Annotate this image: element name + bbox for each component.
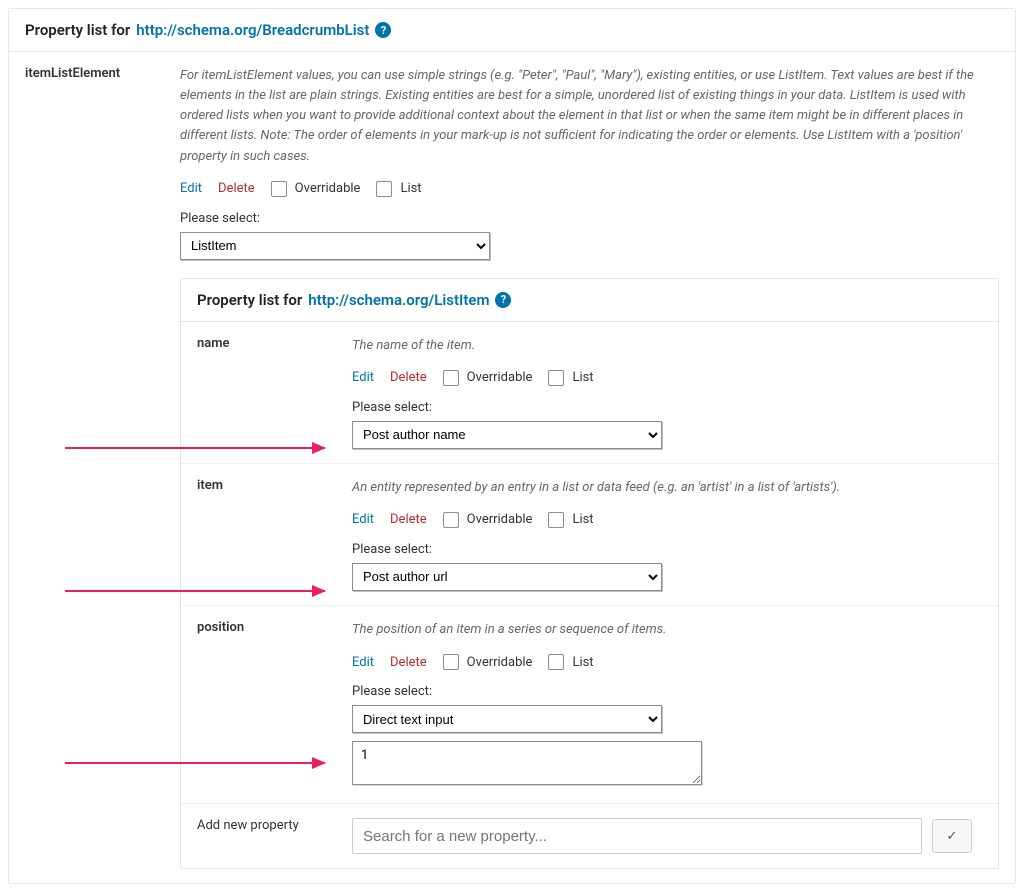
overridable-checkbox-wrap[interactable]: Overridable xyxy=(443,654,533,670)
overridable-checkbox-wrap[interactable]: Overridable xyxy=(271,181,361,197)
select-label: Please select: xyxy=(180,211,999,226)
name-select[interactable]: Post author name xyxy=(352,421,662,449)
action-links: Edit Delete Overridable List xyxy=(352,654,982,670)
overridable-label: Overridable xyxy=(295,181,361,196)
property-description: For itemListElement values, you can use … xyxy=(180,66,999,167)
overridable-label: Overridable xyxy=(467,655,533,670)
pointer-arrow xyxy=(65,447,325,449)
panel-title-prefix: Property list for xyxy=(197,291,302,309)
position-text-input[interactable]: 1 xyxy=(352,741,702,785)
delete-link[interactable]: Delete xyxy=(390,370,427,385)
type-select[interactable]: ListItem xyxy=(180,232,490,260)
overridable-checkbox-wrap[interactable]: Overridable xyxy=(443,370,533,386)
overridable-checkbox[interactable] xyxy=(443,370,459,386)
action-links: Edit Delete Overridable List xyxy=(180,181,999,197)
overridable-label: Overridable xyxy=(467,512,533,527)
action-links: Edit Delete Overridable List xyxy=(352,370,982,386)
select-label: Please select: xyxy=(352,400,982,415)
select-label: Please select: xyxy=(352,542,982,557)
overridable-checkbox[interactable] xyxy=(443,512,459,528)
property-description: The position of an item in a series or s… xyxy=(352,620,982,640)
overridable-checkbox[interactable] xyxy=(271,181,287,197)
list-checkbox[interactable] xyxy=(548,654,564,670)
edit-link[interactable]: Edit xyxy=(352,512,374,527)
help-icon[interactable]: ? xyxy=(375,22,391,38)
property-description: An entity represented by an entry in a l… xyxy=(352,478,982,498)
property-label: item xyxy=(181,464,336,605)
add-new-property-row: Add new property xyxy=(181,804,998,868)
position-row: position The position of an item in a se… xyxy=(181,606,998,804)
position-select[interactable]: Direct text input xyxy=(352,705,662,733)
schema-link-breadcrumblist[interactable]: http://schema.org/BreadcrumbList xyxy=(136,21,369,39)
name-row: name The name of the item. Edit Delete O… xyxy=(181,322,998,464)
action-links: Edit Delete Overridable List xyxy=(352,512,982,528)
listitem-panel: Property list for http://schema.org/List… xyxy=(180,278,999,869)
pointer-arrow xyxy=(65,590,325,592)
select-label: Please select: xyxy=(352,684,982,699)
list-checkbox[interactable] xyxy=(548,370,564,386)
delete-link[interactable]: Delete xyxy=(390,512,427,527)
itemlistelement-row: itemListElement For itemListElement valu… xyxy=(9,52,1015,883)
list-checkbox-wrap[interactable]: List xyxy=(548,654,593,670)
item-row: item An entity represented by an entry i… xyxy=(181,464,998,606)
overridable-checkbox-wrap[interactable]: Overridable xyxy=(443,512,533,528)
panel-title-prefix: Property list for xyxy=(25,21,130,39)
pointer-arrow xyxy=(65,762,325,764)
add-new-label: Add new property xyxy=(181,804,336,868)
delete-link[interactable]: Delete xyxy=(218,181,255,196)
add-property-search-input[interactable] xyxy=(352,818,922,854)
property-label: position xyxy=(181,606,336,803)
list-label: List xyxy=(572,655,593,670)
edit-link[interactable]: Edit xyxy=(180,181,202,196)
list-label: List xyxy=(572,370,593,385)
schema-link-listitem[interactable]: http://schema.org/ListItem xyxy=(308,291,489,309)
overridable-checkbox[interactable] xyxy=(443,654,459,670)
list-checkbox-wrap[interactable]: List xyxy=(548,370,593,386)
list-checkbox[interactable] xyxy=(548,512,564,528)
list-checkbox[interactable] xyxy=(376,181,392,197)
panel-header: Property list for http://schema.org/Brea… xyxy=(9,9,1015,52)
list-label: List xyxy=(400,181,421,196)
property-description: The name of the item. xyxy=(352,336,982,356)
list-label: List xyxy=(572,512,593,527)
item-select[interactable]: Post author url xyxy=(352,563,662,591)
list-checkbox-wrap[interactable]: List xyxy=(376,181,421,197)
property-label: itemListElement xyxy=(9,52,164,883)
list-checkbox-wrap[interactable]: List xyxy=(548,512,593,528)
panel-header: Property list for http://schema.org/List… xyxy=(181,279,998,322)
delete-link[interactable]: Delete xyxy=(390,655,427,670)
add-property-confirm-button[interactable] xyxy=(932,819,972,853)
edit-link[interactable]: Edit xyxy=(352,655,374,670)
help-icon[interactable]: ? xyxy=(495,292,511,308)
edit-link[interactable]: Edit xyxy=(352,370,374,385)
overridable-label: Overridable xyxy=(467,370,533,385)
